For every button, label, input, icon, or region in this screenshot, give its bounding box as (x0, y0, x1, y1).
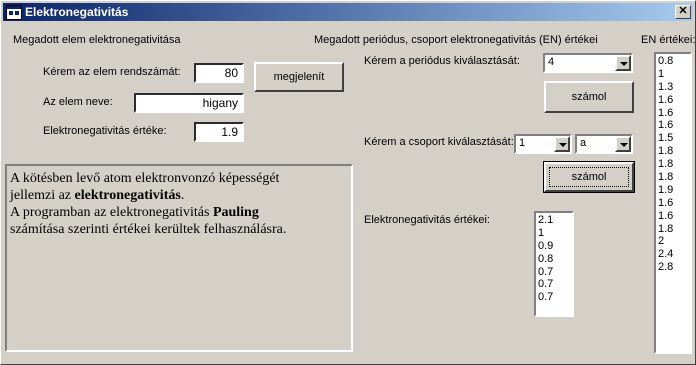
period-select[interactable]: 4 (543, 53, 633, 73)
close-button[interactable]: ✕ (675, 5, 691, 19)
info-line-1: A kötésben levő atom elektronvonzó képes… (10, 171, 280, 186)
list-item[interactable]: 2.1 (538, 214, 572, 227)
period-label: Kérem a periódus kiválasztását: (364, 55, 520, 67)
list-item[interactable]: 0.7 (538, 278, 572, 291)
en-list-heading: EN értékei: (641, 34, 696, 46)
list-item[interactable]: 1.8 (658, 223, 690, 236)
list-item[interactable]: 1.6 (658, 210, 690, 223)
en-values-label: Elektronegativitás értékei: (364, 214, 490, 226)
window-title: Elektronegativitás (25, 5, 129, 19)
list-item[interactable]: 1.6 (658, 197, 690, 210)
atomic-number-label: Kérem az elem rendszámát: (43, 66, 181, 78)
list-item[interactable]: 1.8 (658, 171, 690, 184)
list-item[interactable]: 2.8 (658, 261, 690, 274)
chevron-down-icon[interactable] (615, 55, 631, 71)
list-item[interactable]: 1.6 (658, 107, 690, 120)
list-item[interactable]: 1.6 (658, 119, 690, 132)
list-item[interactable]: 0.7 (538, 266, 572, 279)
list-item[interactable]: 0.8 (538, 253, 572, 266)
list-item[interactable]: 1 (538, 227, 572, 240)
info-line-3: A programban az elektronegativitás Pauli… (10, 205, 259, 220)
app-window: Elektronegativitás ✕ Megadott elem elekt… (0, 0, 696, 365)
show-button[interactable]: megjelenít (254, 62, 344, 92)
element-name-label: Az elem neve: (43, 96, 113, 108)
list-item[interactable]: 1 (658, 68, 690, 81)
list-item[interactable]: 0.7 (538, 291, 572, 304)
info-memo[interactable]: A kötésben levő atom elektronvonzó képes… (5, 164, 353, 352)
info-line-2: jellemzi az elektronegativitás. (10, 188, 185, 203)
en-values-list[interactable]: 2.1 1 0.9 0.8 0.7 0.7 0.7 (534, 211, 574, 317)
atomic-number-input[interactable]: 80 (194, 63, 244, 83)
list-item[interactable]: 2.4 (658, 248, 690, 261)
en-all-values-list[interactable]: 0.8 1 1.3 1.6 1.6 1.6 1.5 1.8 1.8 1.8 1.… (654, 52, 692, 354)
list-item[interactable]: 1.8 (658, 145, 690, 158)
subgroup-select[interactable]: a (575, 134, 633, 154)
element-name-field[interactable]: higany (134, 93, 244, 113)
calc-group-button[interactable]: számol (543, 161, 635, 193)
list-item[interactable]: 1.9 (658, 184, 690, 197)
calc-period-button[interactable]: számol (544, 81, 634, 113)
info-line-4: számítása szerinti értékei kerültek felh… (10, 222, 287, 237)
chevron-down-icon[interactable] (615, 136, 631, 152)
group-select[interactable]: 1 (514, 134, 572, 154)
element-section-heading: Megadott elem elektronegativitása (13, 34, 181, 46)
list-item[interactable]: 2 (658, 235, 690, 248)
list-item[interactable]: 1.3 (658, 81, 690, 94)
period-group-heading: Megadott periódus, csoport elektronegati… (314, 34, 598, 46)
list-item[interactable]: 1.5 (658, 132, 690, 145)
app-icon (6, 5, 22, 20)
list-item[interactable]: 0.8 (658, 55, 690, 68)
list-item[interactable]: 0.9 (538, 240, 572, 253)
en-value-label: Elektronegativitás értéke: (43, 125, 167, 137)
chevron-down-icon[interactable] (554, 136, 570, 152)
title-bar[interactable]: Elektronegativitás ✕ (3, 3, 693, 21)
list-item[interactable]: 1.6 (658, 94, 690, 107)
list-item[interactable]: 1.8 (658, 158, 690, 171)
group-label: Kérem a csoport kiválasztását: (364, 136, 514, 148)
en-value-field[interactable]: 1.9 (194, 122, 244, 142)
